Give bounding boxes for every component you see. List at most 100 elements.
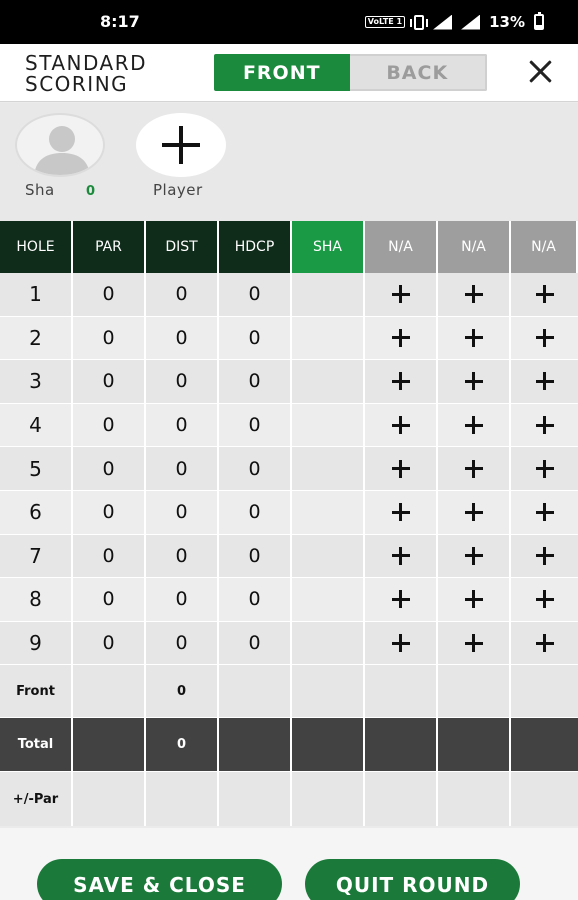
plus-icon	[535, 285, 554, 304]
plus-icon	[535, 372, 554, 391]
par-diff-empty	[365, 772, 438, 827]
add-player-cell[interactable]	[365, 360, 438, 403]
add-player-cell[interactable]	[365, 447, 438, 490]
hdcp-value[interactable]: 0	[219, 534, 292, 578]
par-value[interactable]: 0	[73, 578, 146, 621]
add-player-cell[interactable]	[438, 534, 511, 578]
add-player-cell[interactable]	[365, 578, 438, 621]
add-player-button[interactable]	[136, 113, 226, 177]
par-diff-sha	[292, 772, 365, 827]
player-name: Sha	[25, 181, 55, 199]
dist-value[interactable]: 0	[146, 578, 219, 621]
add-player-cell[interactable]	[365, 490, 438, 534]
dist-value[interactable]: 0	[146, 534, 219, 578]
hdcp-value[interactable]: 0	[219, 316, 292, 360]
sha-score-cell[interactable]	[292, 447, 365, 490]
sha-score-cell[interactable]	[292, 273, 365, 316]
add-player-cell[interactable]	[511, 447, 578, 490]
hdcp-value[interactable]: 0	[219, 578, 292, 621]
plus-icon	[391, 590, 410, 609]
dist-value[interactable]: 0	[146, 403, 219, 447]
quit-round-button[interactable]: QUIT ROUND	[305, 859, 520, 900]
sha-score-cell[interactable]	[292, 621, 365, 665]
add-player-cell[interactable]	[438, 490, 511, 534]
par-value[interactable]: 0	[73, 360, 146, 403]
add-player-cell[interactable]	[365, 316, 438, 360]
dist-value[interactable]: 0	[146, 490, 219, 534]
hdcp-value[interactable]: 0	[219, 360, 292, 403]
add-player-cell[interactable]	[511, 317, 578, 360]
plus-icon	[391, 503, 410, 522]
tab-front[interactable]: FRONT	[214, 54, 350, 91]
close-icon[interactable]	[524, 55, 558, 89]
sha-score-cell[interactable]	[292, 316, 365, 360]
par-value[interactable]: 0	[73, 490, 146, 534]
hdcp-value[interactable]: 0	[219, 621, 292, 665]
avatar[interactable]	[15, 113, 105, 177]
add-player-cell[interactable]	[438, 316, 511, 360]
par-diff-dist	[146, 772, 219, 827]
header-player-empty: N/A	[511, 221, 578, 273]
add-player-cell[interactable]	[511, 491, 578, 534]
sha-score-cell[interactable]	[292, 360, 365, 403]
sha-score-cell[interactable]	[292, 403, 365, 447]
par-value[interactable]: 0	[73, 447, 146, 490]
hdcp-value[interactable]: 0	[219, 490, 292, 534]
dist-value[interactable]: 0	[146, 621, 219, 665]
dist-value[interactable]: 0	[146, 360, 219, 403]
table-header: HOLE PAR DIST HDCP SHA N/A N/A N/A	[0, 221, 578, 273]
save-close-button[interactable]: SAVE & CLOSE	[37, 859, 282, 900]
add-player-cell[interactable]	[365, 534, 438, 578]
sha-score-cell[interactable]	[292, 490, 365, 534]
add-player-cell[interactable]	[438, 578, 511, 621]
tab-back[interactable]: BACK	[349, 54, 487, 91]
add-player-cell[interactable]	[438, 273, 511, 316]
add-player-cell[interactable]	[511, 404, 578, 447]
add-player-cell[interactable]	[438, 360, 511, 403]
battery-icon	[534, 12, 544, 30]
header-player-sha[interactable]: SHA	[292, 221, 365, 273]
add-player-cell[interactable]	[511, 273, 578, 316]
add-player-cell[interactable]	[438, 403, 511, 447]
person-icon	[34, 126, 90, 175]
dist-value[interactable]: 0	[146, 447, 219, 490]
par-value[interactable]: 0	[73, 621, 146, 665]
front-empty	[365, 665, 438, 718]
total-sha	[292, 718, 365, 772]
add-player-cell[interactable]	[511, 622, 578, 665]
hdcp-value[interactable]: 0	[219, 403, 292, 447]
add-player-cell[interactable]	[511, 360, 578, 403]
add-player-cell[interactable]	[511, 535, 578, 578]
dist-value[interactable]: 0	[146, 316, 219, 360]
nine-toggle: FRONT BACK	[214, 54, 487, 91]
hole-number: 7	[0, 534, 73, 578]
add-player-cell[interactable]	[365, 403, 438, 447]
add-player-cell[interactable]	[365, 621, 438, 665]
sha-score-cell[interactable]	[292, 534, 365, 578]
hole-number: 1	[0, 273, 73, 316]
add-player-cell[interactable]	[511, 578, 578, 621]
header-player-empty: N/A	[365, 221, 438, 273]
table-row: 2000	[0, 316, 578, 361]
front-hdcp	[219, 665, 292, 718]
hdcp-value[interactable]: 0	[219, 447, 292, 490]
plus-icon	[464, 459, 483, 478]
total-empty	[511, 718, 578, 771]
plus-icon	[464, 546, 483, 565]
hdcp-value[interactable]: 0	[219, 273, 292, 316]
sha-score-cell[interactable]	[292, 578, 365, 621]
add-player-cell[interactable]	[438, 447, 511, 490]
add-player-cell[interactable]	[438, 621, 511, 665]
par-value[interactable]: 0	[73, 403, 146, 447]
dist-value[interactable]: 0	[146, 273, 219, 316]
par-value[interactable]: 0	[73, 273, 146, 316]
header-player-empty: N/A	[438, 221, 511, 273]
par-diff-empty	[438, 772, 511, 827]
par-value[interactable]: 0	[73, 316, 146, 360]
table-row: 1000	[0, 273, 578, 317]
total-hdcp	[219, 718, 292, 772]
par-value[interactable]: 0	[73, 534, 146, 578]
hole-number: 4	[0, 403, 73, 447]
add-player-cell[interactable]	[365, 273, 438, 316]
plus-icon	[535, 459, 554, 478]
